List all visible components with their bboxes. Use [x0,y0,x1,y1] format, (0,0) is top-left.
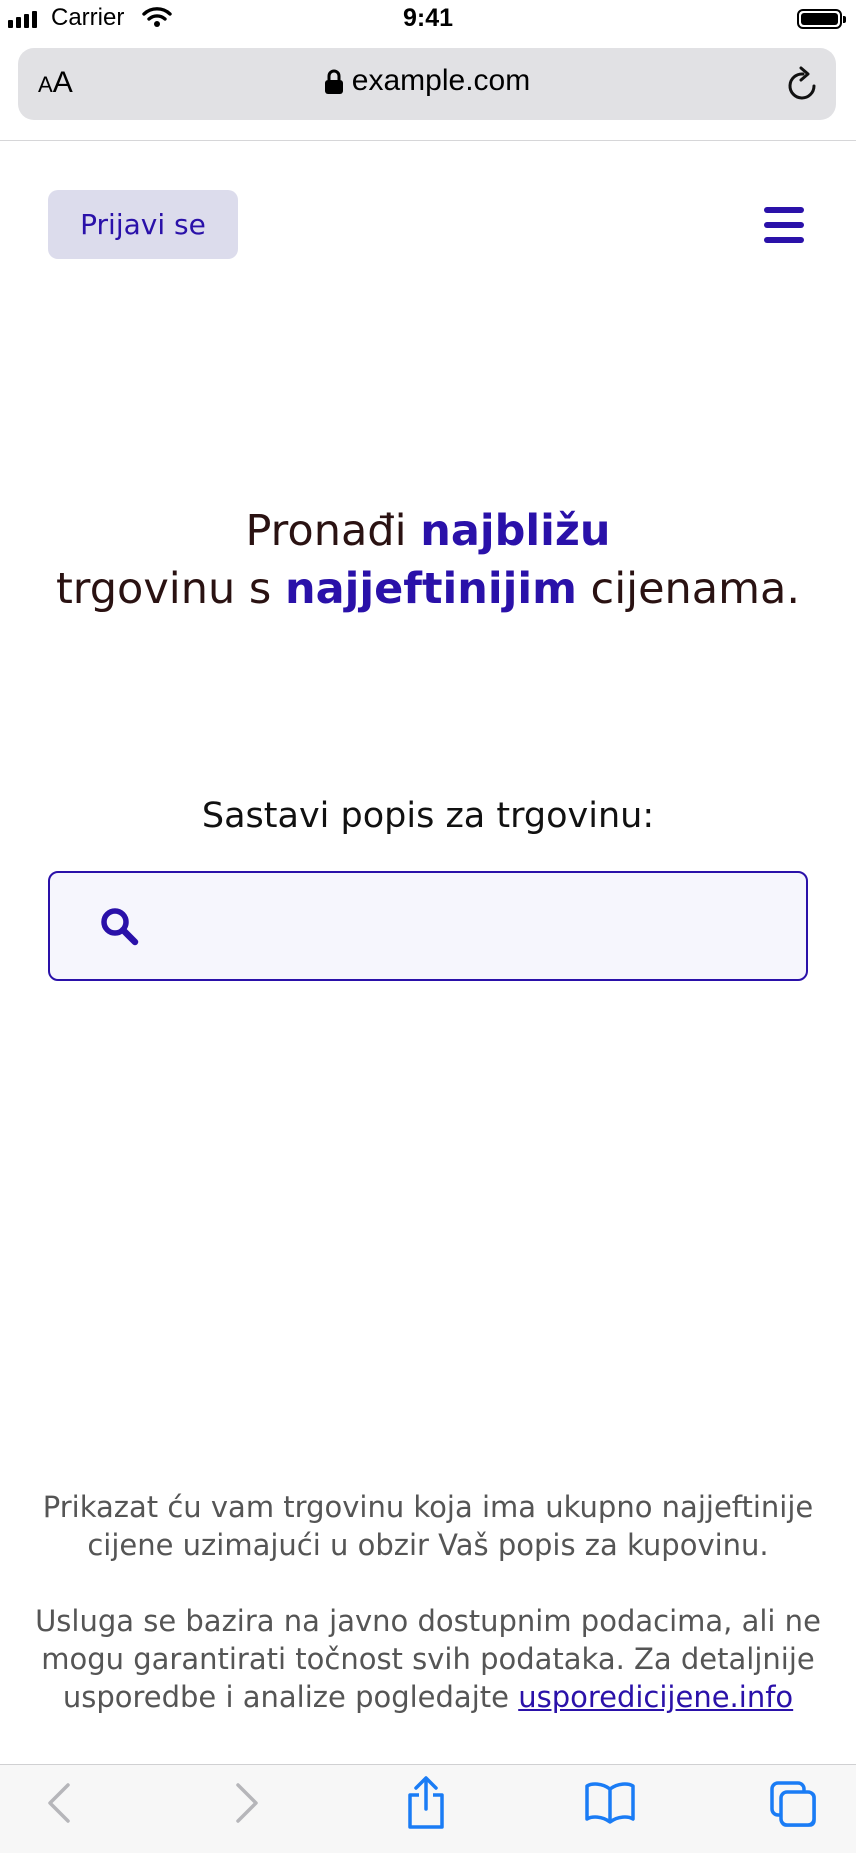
battery-icon [797,9,846,29]
share-icon[interactable] [404,1775,448,1831]
search-box[interactable] [48,871,808,981]
shopping-list-label: Sastavi popis za trgovinu: [201,796,655,836]
address-bar[interactable]: AA example.com [18,48,836,120]
url-text: example.com [351,64,531,97]
url-field[interactable]: example.com [18,64,836,98]
back-icon[interactable] [44,1779,74,1827]
browser-toolbar [0,1764,856,1853]
search-icon [101,908,139,946]
hero-highlight-cheapest: najjeftinijim [284,564,577,614]
lock-icon [324,69,343,95]
login-button[interactable]: Prijavi se [48,190,238,259]
status-time: 9:41 [402,4,454,32]
status-bar: Carrier 9:41 [0,0,856,40]
footer-disclaimer-text: Usluga se bazira na javno dostupnim poda… [35,1604,821,1714]
search-input[interactable] [160,893,784,963]
header-divider [0,140,856,141]
footer-info-text: Prikazat ću vam trgovinu koja ima ukupno… [42,1490,814,1562]
reload-icon[interactable] [786,66,820,102]
menu-icon[interactable] [764,207,804,243]
hero-headline: Pronađi najbližu trgovinu s najjeftiniji… [55,506,801,614]
usporedicijene-link[interactable]: usporedicijene.info [518,1680,793,1714]
forward-icon[interactable] [232,1779,262,1827]
hero-highlight-nearest: najbližu [420,506,611,556]
tabs-icon[interactable] [768,1779,818,1829]
bookmarks-icon[interactable] [584,1781,636,1825]
